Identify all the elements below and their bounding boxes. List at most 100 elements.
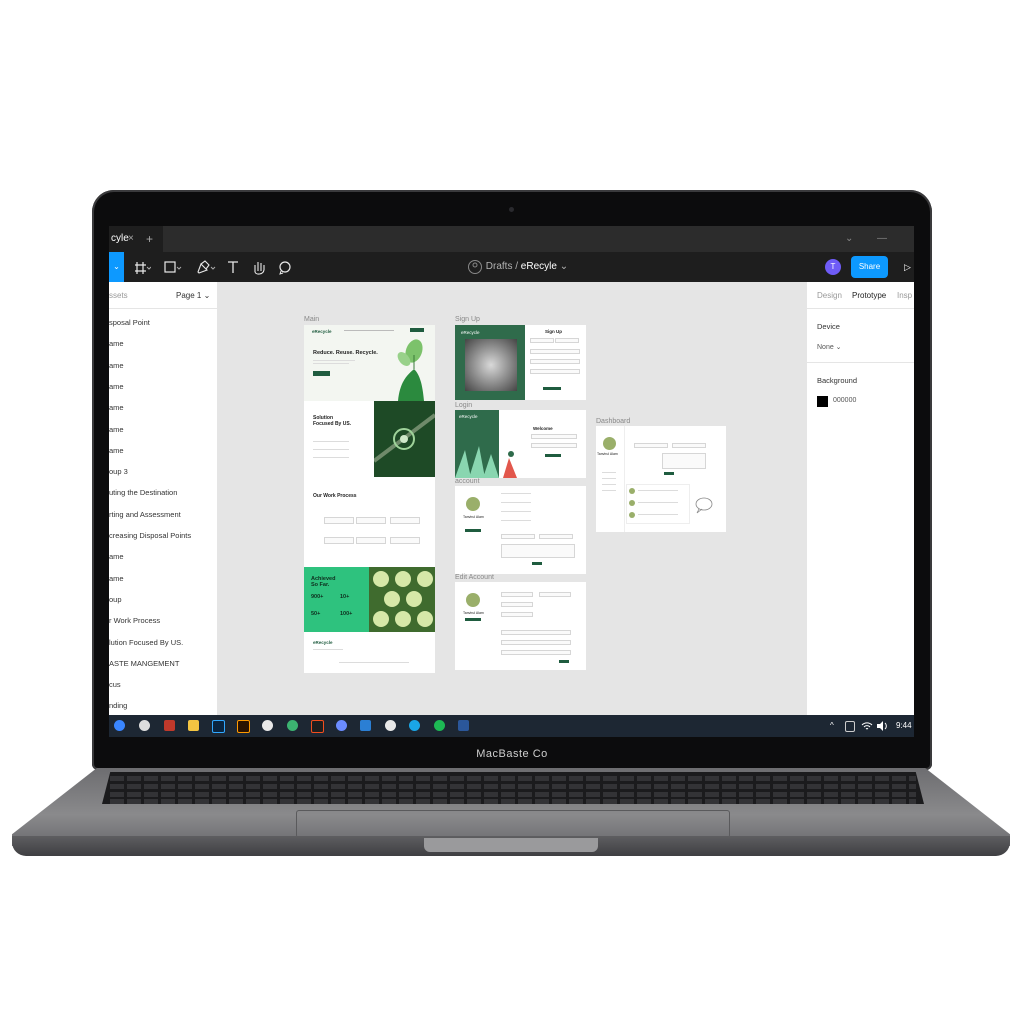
layer-item[interactable]: ame bbox=[109, 339, 124, 348]
laptop-opening-notch bbox=[424, 838, 598, 852]
edit-field-6 bbox=[501, 640, 571, 645]
wifi-icon[interactable] bbox=[861, 720, 873, 732]
hand-tool-icon[interactable] bbox=[251, 252, 267, 282]
chrome-icon[interactable] bbox=[262, 720, 273, 731]
layer-item[interactable]: nding bbox=[109, 701, 127, 710]
avatar[interactable]: T bbox=[825, 259, 841, 275]
figma-icon[interactable] bbox=[311, 720, 324, 733]
app-icon-green[interactable] bbox=[287, 720, 298, 731]
vscode-icon[interactable] bbox=[360, 720, 371, 731]
tray-caret-icon[interactable]: ^ bbox=[830, 715, 834, 737]
word-icon[interactable] bbox=[458, 720, 469, 731]
tab-design[interactable]: Design bbox=[817, 291, 842, 300]
text-tool-icon[interactable] bbox=[226, 252, 240, 282]
file-breadcrumb[interactable]: Drafts / eRecyle ⌄ bbox=[467, 252, 568, 282]
layer-item[interactable]: oup bbox=[109, 595, 122, 604]
chrome-icon-2[interactable] bbox=[385, 720, 396, 731]
pen-tool-icon[interactable] bbox=[195, 252, 217, 282]
account-field-1 bbox=[501, 534, 535, 539]
login-frame[interactable]: eRecycle Welcome bbox=[455, 410, 586, 478]
layer-item[interactable]: creasing Disposal Points bbox=[109, 531, 191, 540]
signup-title: Sign Up bbox=[545, 329, 562, 334]
edge-icon[interactable] bbox=[409, 720, 420, 731]
battery-icon[interactable] bbox=[845, 721, 855, 732]
new-tab-icon[interactable]: + bbox=[146, 226, 153, 252]
page-selector[interactable]: Page 1 ⌄ bbox=[176, 291, 210, 300]
edit-account-frame[interactable]: Tanvirul Alam bbox=[455, 582, 586, 670]
signup-frame[interactable]: eRecycle Sign Up bbox=[455, 325, 586, 400]
illustrator-icon[interactable] bbox=[237, 720, 250, 733]
layer-item[interactable]: ame bbox=[109, 574, 124, 583]
layer-item[interactable]: ame bbox=[109, 382, 124, 391]
layer-item[interactable]: cus bbox=[109, 680, 121, 689]
file-tab[interactable]: cyle × bbox=[109, 226, 163, 252]
frame-label-main[interactable]: Main bbox=[304, 316, 319, 323]
layer-item[interactable]: r Work Process bbox=[109, 616, 160, 625]
layer-item[interactable]: oup 3 bbox=[109, 467, 128, 476]
dashboard-user-name: Tanvirul Alam bbox=[597, 452, 618, 456]
volume-icon[interactable] bbox=[876, 720, 888, 732]
tab-inspect[interactable]: Insp bbox=[897, 291, 912, 300]
dashboard-frame[interactable]: Tanvirul Alam bbox=[596, 426, 726, 532]
minimize-icon[interactable]: — bbox=[877, 226, 887, 252]
clock[interactable]: 9:44 bbox=[896, 715, 912, 737]
layer-item[interactable]: ame bbox=[109, 425, 124, 434]
window-titlebar: cyle × + ⌄ — bbox=[109, 226, 914, 252]
file-name[interactable]: eRecyle bbox=[521, 261, 557, 272]
signup-illustration bbox=[465, 339, 517, 391]
frame-label-login[interactable]: Login bbox=[455, 402, 472, 409]
layer-item[interactable]: uting the Destination bbox=[109, 488, 177, 497]
move-tool-button[interactable]: ⌄ bbox=[109, 252, 124, 282]
app-icon-blue[interactable] bbox=[336, 720, 347, 731]
hero-subtitle-2 bbox=[313, 363, 349, 364]
comment-tool-icon[interactable] bbox=[277, 252, 293, 282]
share-button[interactable]: Share bbox=[851, 256, 888, 278]
hexagon-plants-image bbox=[369, 567, 435, 632]
frame-label-account[interactable]: account bbox=[455, 478, 480, 485]
photoshop-icon[interactable] bbox=[212, 720, 225, 733]
frame-label-edit-account[interactable]: Edit Account bbox=[455, 574, 494, 581]
assets-tab[interactable]: ssets bbox=[109, 291, 128, 300]
key-row bbox=[110, 784, 916, 789]
frame-tool-icon[interactable] bbox=[133, 252, 152, 282]
achievements-section: Achieved So Far. 900+ 10+ 50+ 100+ bbox=[304, 567, 369, 632]
shape-tool-icon[interactable] bbox=[163, 252, 183, 282]
layer-item[interactable]: ame bbox=[109, 552, 124, 561]
device-select[interactable]: None ⌄ bbox=[817, 343, 842, 351]
login-hero-panel: eRecycle bbox=[455, 410, 499, 478]
account-frame[interactable]: Tanvirul Alam bbox=[455, 486, 586, 574]
canvas[interactable]: Main eRecycle Reduce. Reuse. Recycle. So… bbox=[217, 282, 806, 715]
layer-item[interactable]: rting and Assessment bbox=[109, 510, 181, 519]
background-color-swatch[interactable] bbox=[817, 396, 828, 407]
layer-item[interactable]: lution Focused By US. bbox=[109, 638, 183, 647]
layer-item[interactable]: ame bbox=[109, 403, 124, 412]
achieved-title: Achieved So Far. bbox=[311, 576, 336, 588]
spotify-icon[interactable] bbox=[434, 720, 445, 731]
start-icon[interactable] bbox=[114, 720, 125, 731]
chevron-down-icon[interactable]: ⌄ bbox=[845, 226, 853, 252]
layer-item[interactable]: ASTE MANGEMENT bbox=[109, 659, 179, 668]
layer-item[interactable]: ame bbox=[109, 361, 124, 370]
properties-panel: Design Prototype Insp Device None ⌄ Back… bbox=[806, 282, 914, 715]
background-hex-input[interactable]: 000000 bbox=[833, 397, 856, 404]
frame-label-signup[interactable]: Sign Up bbox=[455, 316, 480, 323]
hand-plant-illustration bbox=[397, 339, 424, 401]
app-icon[interactable] bbox=[164, 720, 175, 731]
close-tab-icon[interactable]: × bbox=[128, 226, 134, 252]
signup-field-2 bbox=[555, 338, 579, 343]
layer-item[interactable]: ame bbox=[109, 446, 124, 455]
avatar bbox=[466, 593, 480, 607]
main-frame[interactable]: eRecycle Reduce. Reuse. Recycle. Solutio… bbox=[304, 325, 435, 673]
present-play-icon[interactable]: ▷ bbox=[904, 252, 911, 282]
account-edit-button bbox=[465, 529, 481, 532]
frame-label-dashboard[interactable]: Dashboard bbox=[596, 418, 630, 425]
layer-item[interactable]: sposal Point bbox=[109, 318, 150, 327]
folder-icon[interactable] bbox=[188, 720, 199, 731]
footer-text bbox=[313, 649, 343, 650]
tab-prototype[interactable]: Prototype bbox=[852, 291, 886, 300]
edit-account-save-button bbox=[465, 618, 481, 621]
dashboard-field-1 bbox=[634, 443, 668, 448]
steam-icon[interactable] bbox=[139, 720, 150, 731]
file-menu-chevron-icon[interactable]: ⌄ bbox=[560, 261, 568, 272]
breadcrumb-drafts[interactable]: Drafts bbox=[486, 261, 513, 272]
